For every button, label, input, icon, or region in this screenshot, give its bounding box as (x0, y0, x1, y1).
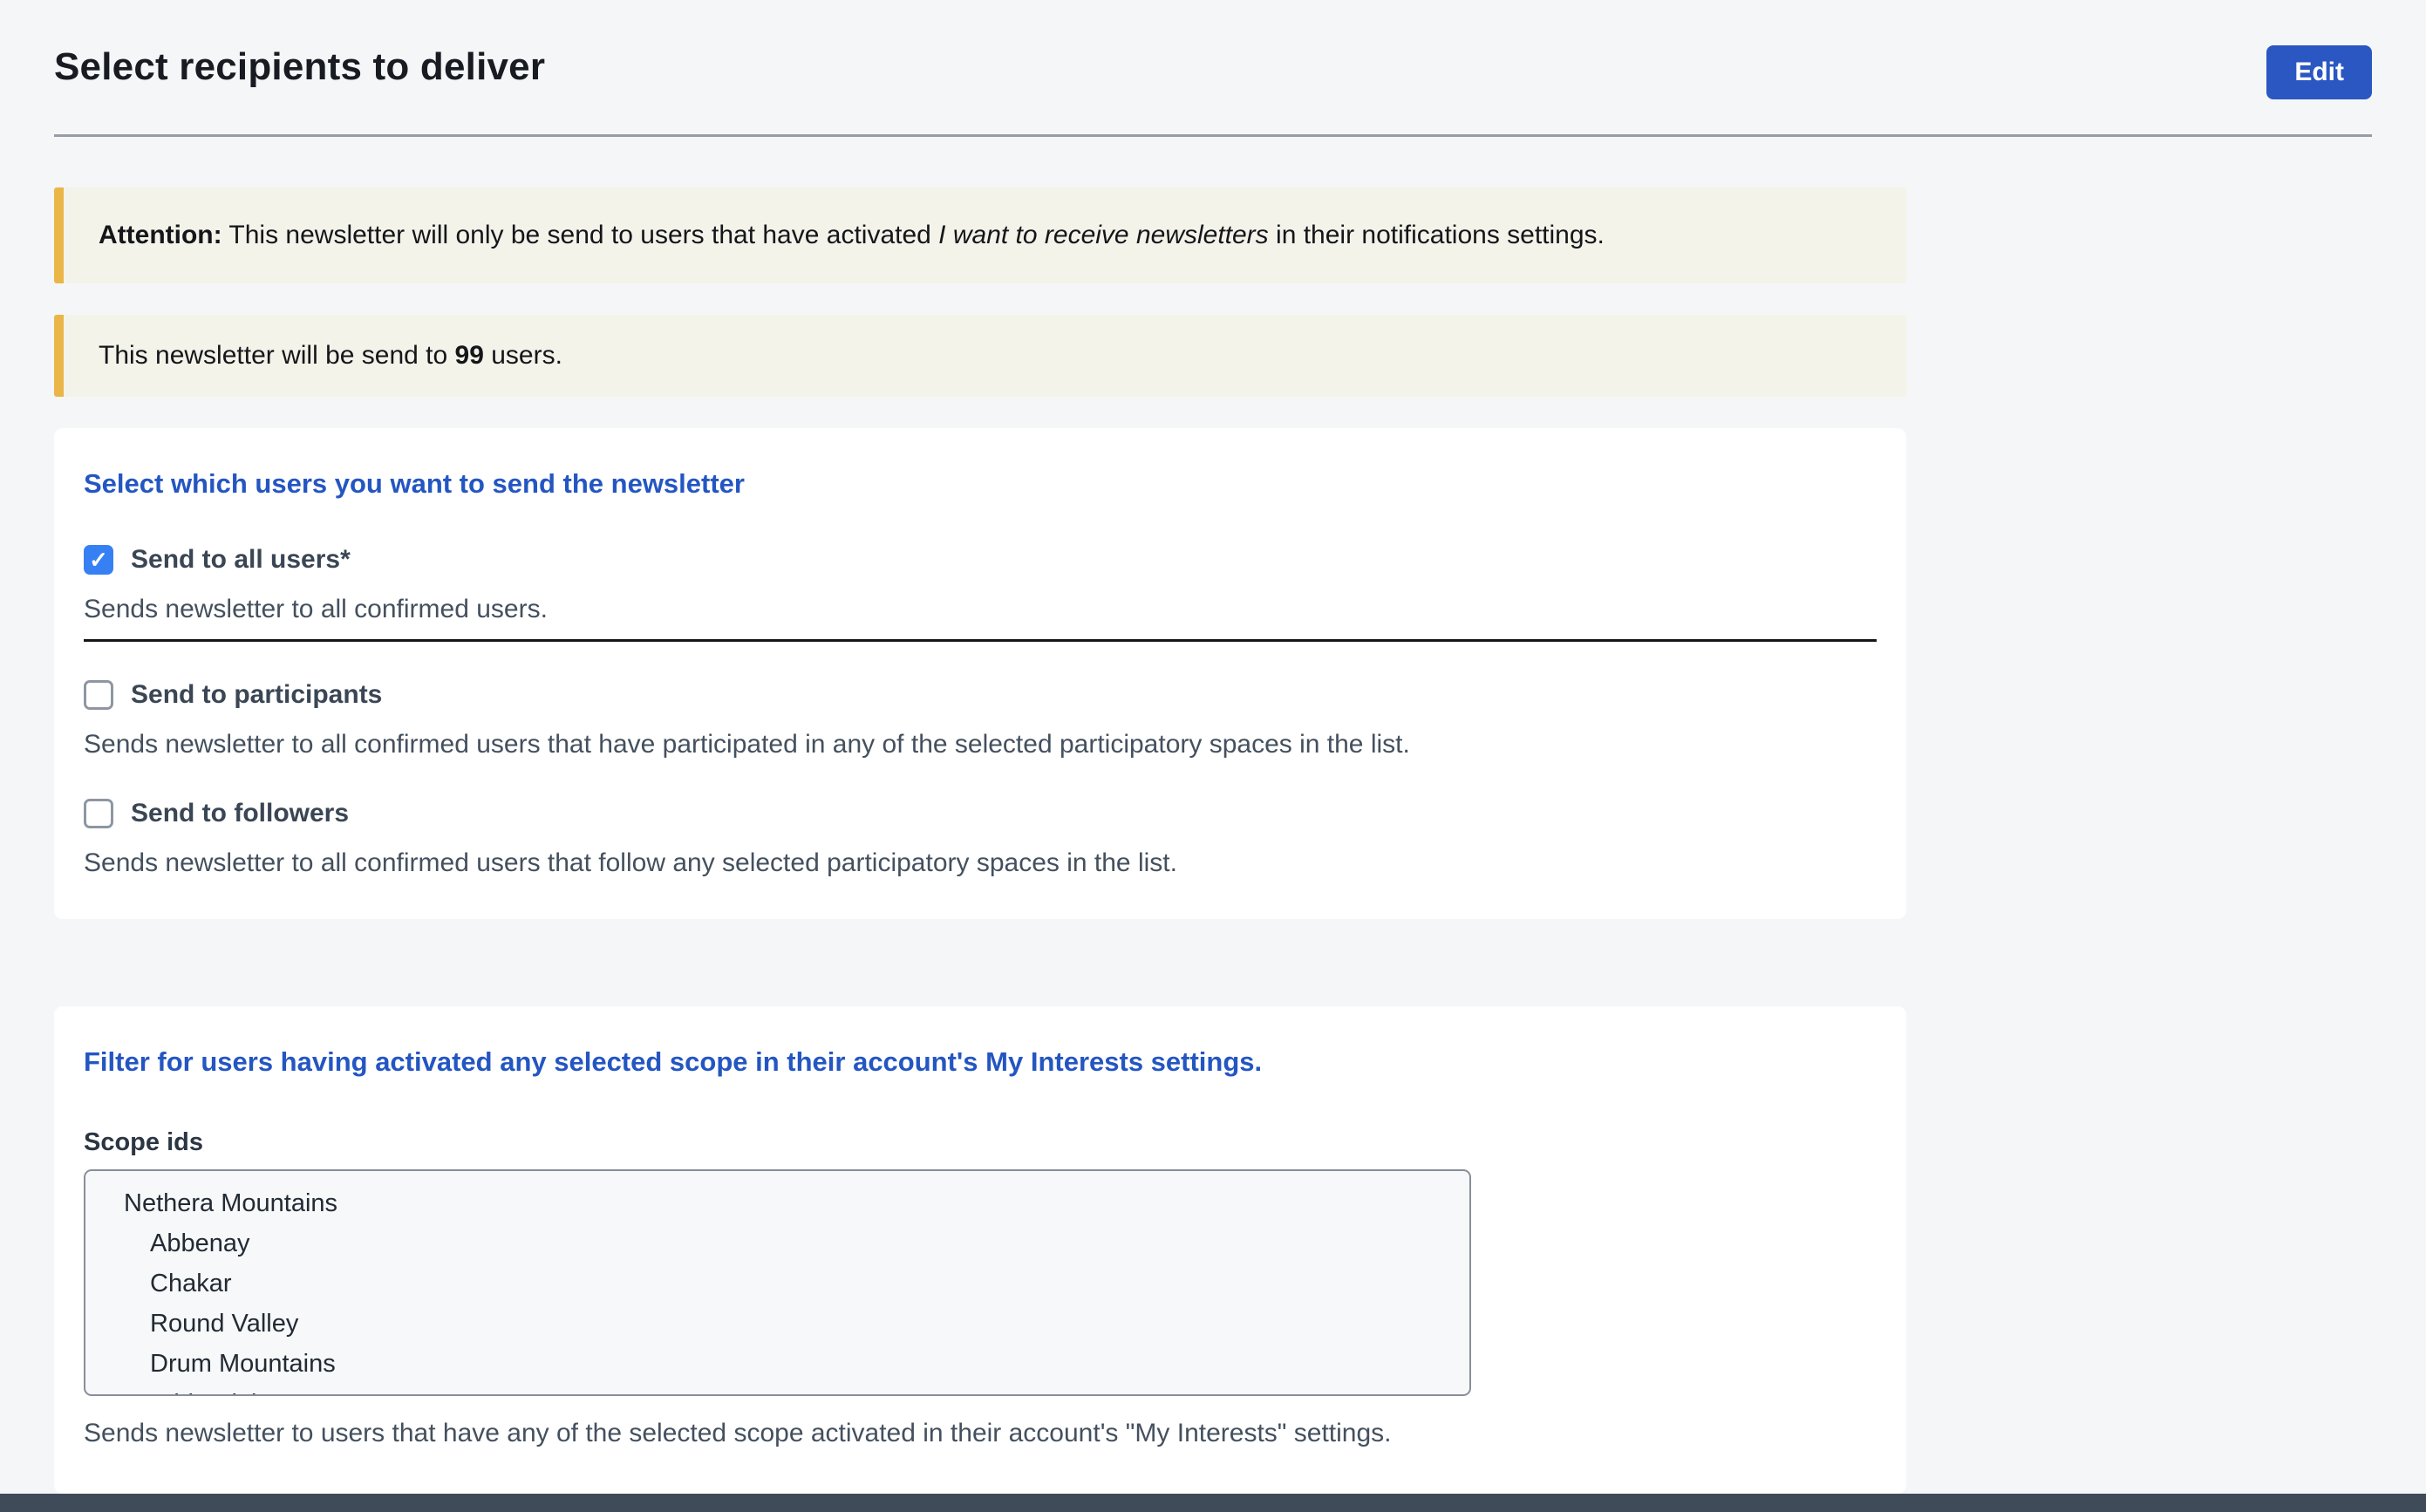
scope-ids-help-text: Sends newsletter to users that have any … (84, 1419, 1877, 1448)
attention-body: This newsletter will only be send to use… (222, 221, 939, 249)
scope-filter-card: Filter for users having activated any se… (54, 1006, 1906, 1494)
send-to-all-users-description: Sends newsletter to all confirmed users. (84, 594, 1877, 625)
send-to-followers-label: Send to followers (131, 799, 349, 828)
footer-action-bar: Deliver newsletter (0, 1494, 2426, 1512)
send-to-followers-field: ✓ Send to followers Sends newsletter to … (84, 799, 1877, 879)
send-to-all-users-field: ✓ Send to all users* Sends newsletter to… (84, 545, 1877, 642)
page-header: Select recipients to deliver Edit (0, 0, 2426, 137)
count-text-before: This newsletter will be send to (99, 341, 455, 370)
send-to-followers-checkbox[interactable]: ✓ (84, 799, 113, 828)
recipient-count-text: This newsletter will be send to 99 users… (99, 341, 562, 370)
send-to-all-users-checkbox[interactable]: ✓ (84, 545, 113, 575)
field-divider (84, 639, 1877, 642)
listbox-option-nethera-mountains[interactable]: Nethera Mountains (85, 1183, 1469, 1223)
scope-ids-listbox[interactable]: Nethera Mountains Abbenay Chakar Round V… (84, 1169, 1471, 1396)
recipient-count-callout: This newsletter will be send to 99 users… (54, 315, 1906, 397)
send-to-followers-description: Sends newsletter to all confirmed users … (84, 848, 1877, 879)
listbox-option-wide-plains[interactable]: Wide Plains (85, 1384, 1469, 1396)
listbox-option-abbenay[interactable]: Abbenay (85, 1223, 1469, 1263)
attention-body-end: in their notifications settings. (1269, 221, 1605, 249)
count-text-after: users. (484, 341, 562, 370)
attention-italic-phrase: I want to receive newsletters (938, 221, 1269, 249)
scope-ids-label: Scope ids (84, 1128, 1877, 1157)
send-to-followers-checkbox-row[interactable]: ✓ Send to followers (84, 799, 1877, 828)
send-to-participants-label: Send to participants (131, 680, 382, 710)
attention-callout-text: Attention: This newsletter will only be … (99, 221, 1605, 249)
send-to-participants-field: ✓ Send to participants Sends newsletter … (84, 680, 1877, 760)
send-to-all-users-checkbox-row[interactable]: ✓ Send to all users* (84, 545, 1877, 575)
send-to-participants-checkbox[interactable]: ✓ (84, 680, 113, 710)
listbox-option-chakar[interactable]: Chakar (85, 1263, 1469, 1304)
attention-prefix: Attention: (99, 221, 222, 249)
send-to-participants-description: Sends newsletter to all confirmed users … (84, 729, 1877, 760)
page: Select recipients to deliver Edit Attent… (0, 0, 2426, 1512)
send-to-participants-checkbox-row[interactable]: ✓ Send to participants (84, 680, 1877, 710)
recipients-card-heading: Select which users you want to send the … (84, 468, 1877, 500)
scope-filter-heading: Filter for users having activated any se… (84, 1046, 1877, 1078)
checkmark-icon: ✓ (89, 548, 108, 571)
listbox-option-drum-mountains[interactable]: Drum Mountains (85, 1344, 1469, 1384)
attention-callout: Attention: This newsletter will only be … (54, 187, 1906, 283)
listbox-option-round-valley[interactable]: Round Valley (85, 1304, 1469, 1344)
send-to-all-users-label: Send to all users* (131, 545, 351, 575)
recipient-count-value: 99 (455, 341, 484, 370)
recipients-card: Select which users you want to send the … (54, 428, 1906, 919)
edit-button[interactable]: Edit (2266, 45, 2372, 99)
page-title: Select recipients to deliver (54, 45, 545, 89)
main-content: Attention: This newsletter will only be … (0, 137, 2426, 1494)
content-column: Attention: This newsletter will only be … (54, 187, 1906, 1494)
